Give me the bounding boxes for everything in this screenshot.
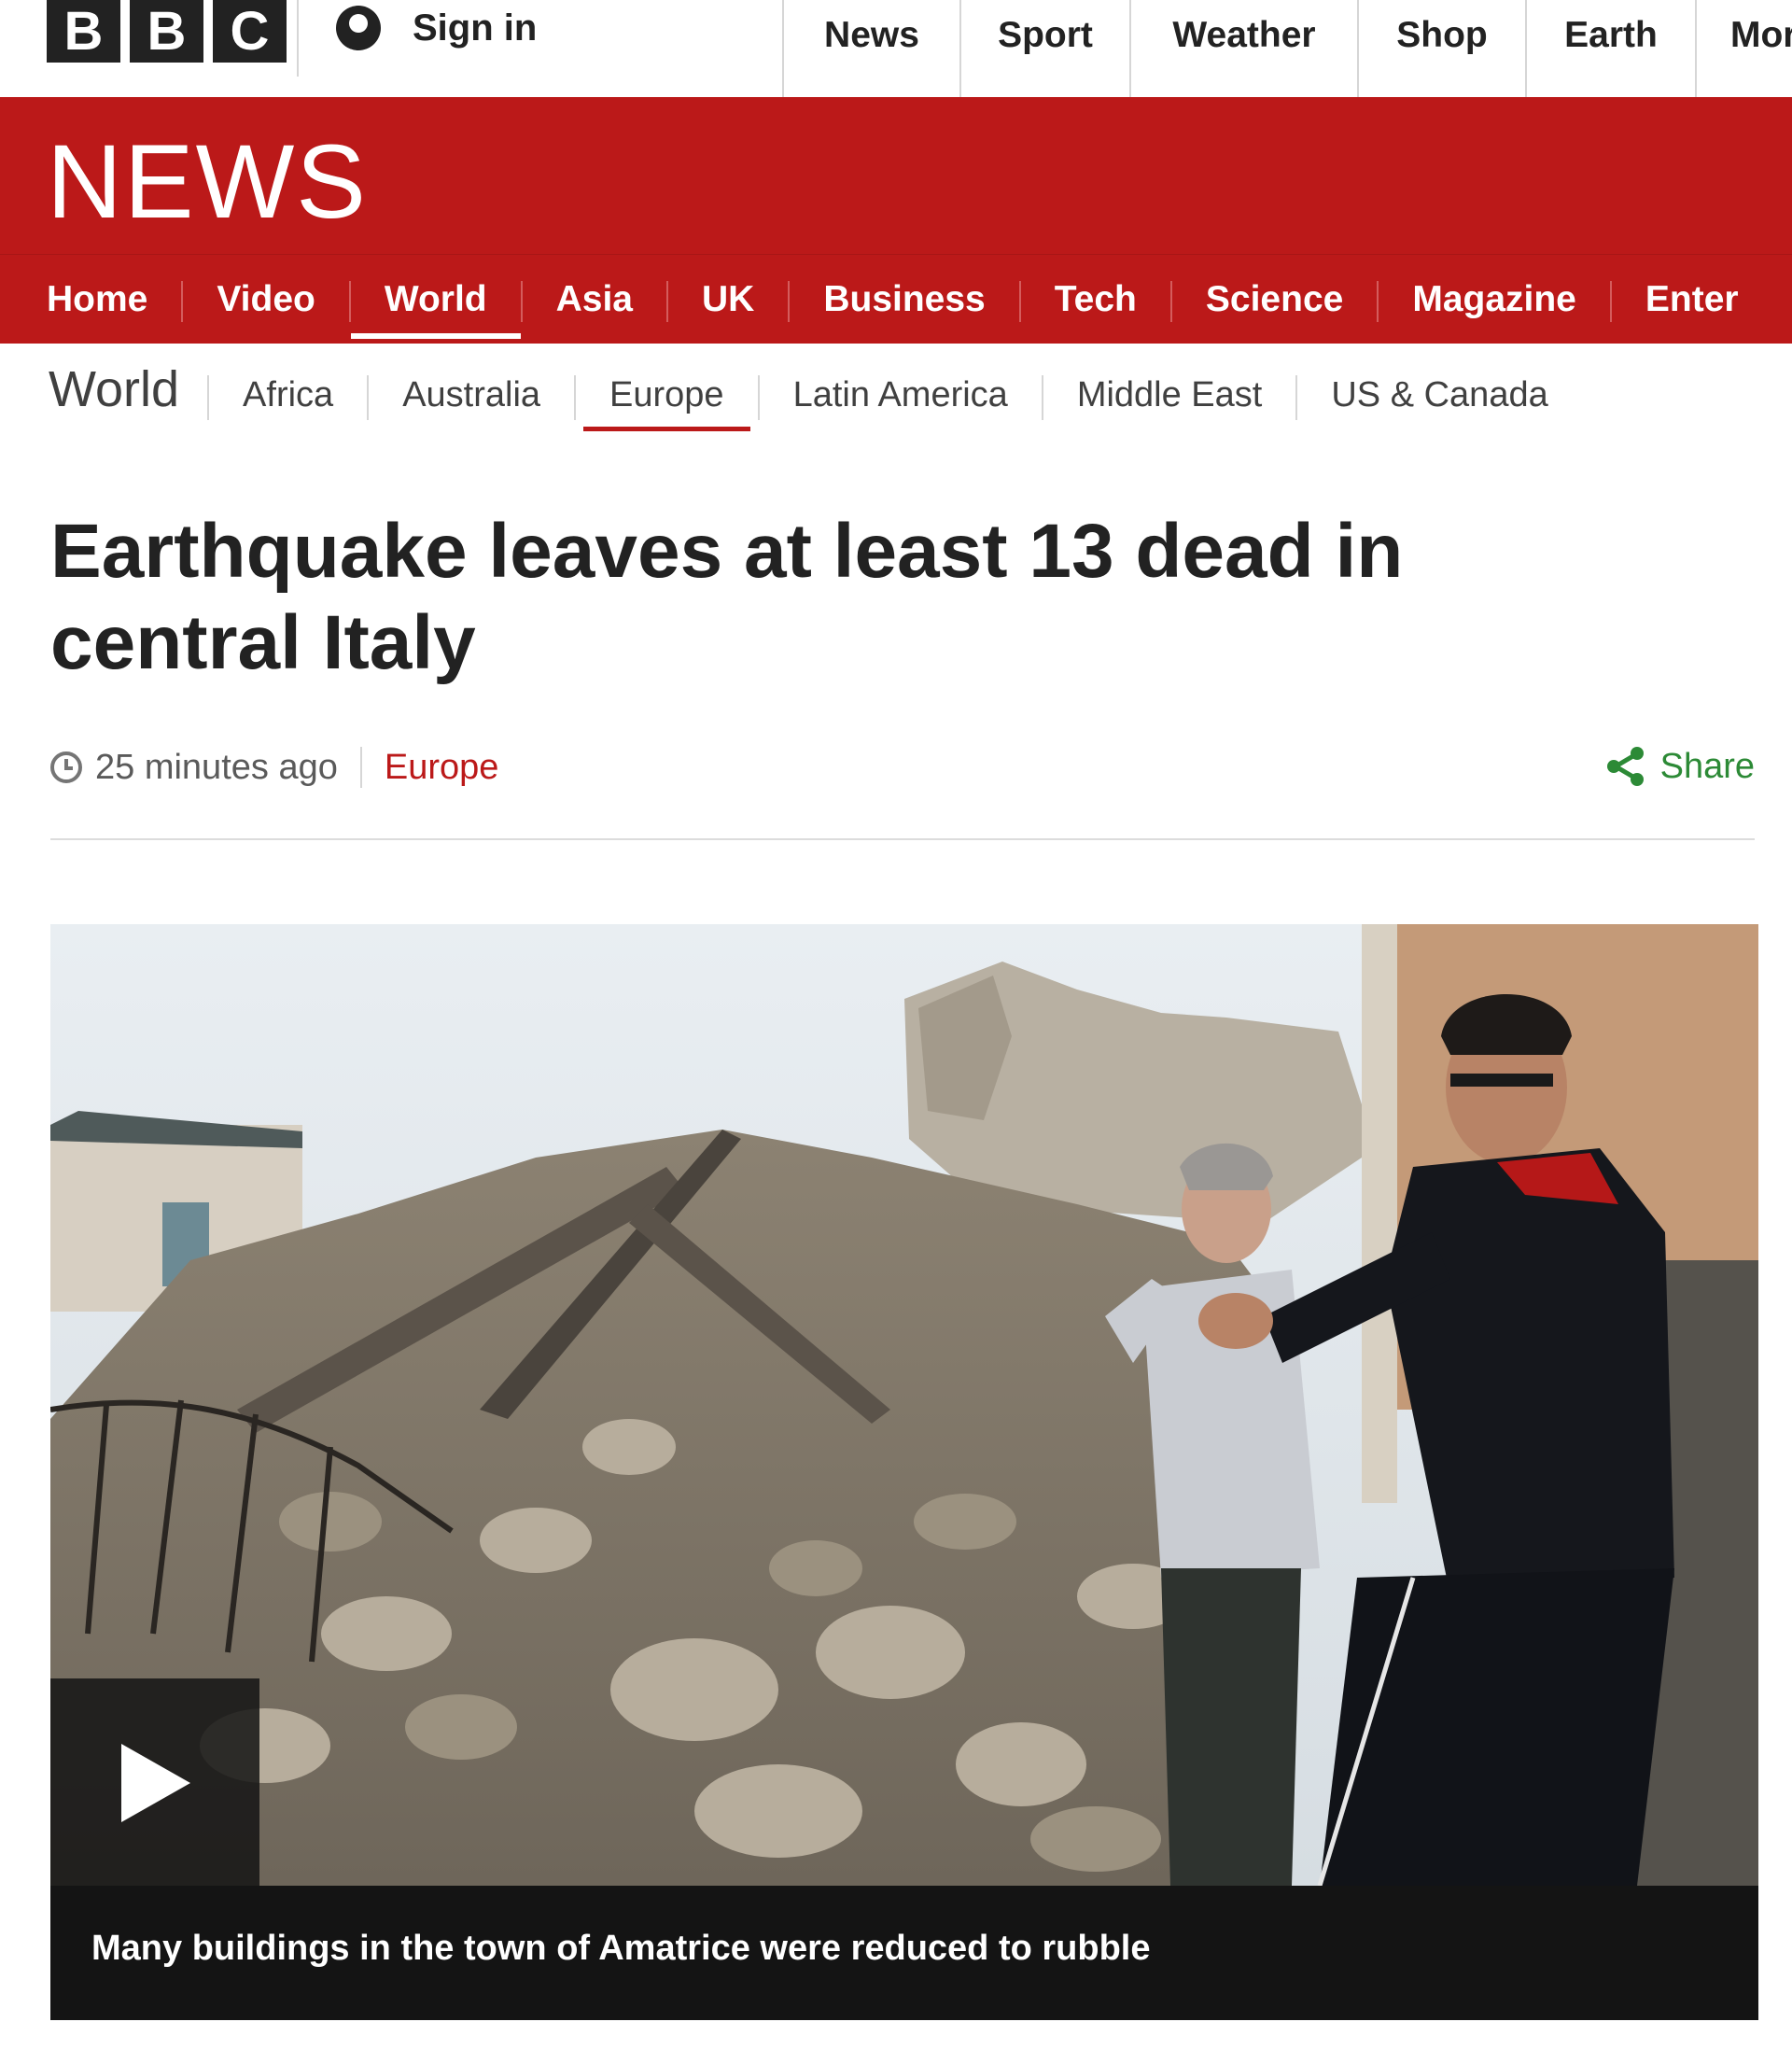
- bbc-logo-letter: C: [213, 0, 287, 63]
- main-nav-entertainment[interactable]: Enter: [1612, 255, 1772, 344]
- news-main-nav: Home Video World Asia UK Business Tech S…: [0, 254, 1792, 344]
- main-nav-video[interactable]: Video: [183, 255, 348, 344]
- bbc-top-bar: B B C Sign in News Sport Weather Shop Ea…: [0, 0, 1792, 98]
- share-label: Share: [1659, 746, 1755, 786]
- top-nav-earth[interactable]: Earth: [1525, 0, 1695, 97]
- bbc-logo[interactable]: B B C: [47, 0, 287, 65]
- play-button[interactable]: [50, 1678, 259, 1886]
- main-nav-business[interactable]: Business: [790, 255, 1018, 344]
- sub-nav-section-title[interactable]: World: [0, 344, 207, 418]
- media-caption: Many buildings in the town of Amatrice w…: [91, 1929, 1151, 1968]
- clock-icon: [50, 751, 82, 783]
- meta-separator: [359, 747, 362, 788]
- sign-in-label: Sign in: [413, 7, 538, 49]
- main-nav-science[interactable]: Science: [1172, 255, 1377, 344]
- article-meta: 25 minutes ago Europe Share: [50, 739, 1755, 795]
- meta-divider: [50, 838, 1755, 840]
- top-nav-shop[interactable]: Shop: [1357, 0, 1525, 97]
- article-timestamp: 25 minutes ago: [95, 747, 338, 787]
- news-banner: NEWS Home Video World Asia UK Business T…: [0, 97, 1792, 344]
- main-nav-home[interactable]: Home: [0, 255, 181, 344]
- article-media[interactable]: [50, 924, 1758, 1886]
- main-nav-uk[interactable]: UK: [668, 255, 788, 344]
- media-caption-bar: Many buildings in the town of Amatrice w…: [50, 1886, 1758, 2020]
- top-nav-news[interactable]: News: [782, 0, 959, 97]
- play-icon: [121, 1744, 190, 1822]
- top-nav-sport[interactable]: Sport: [959, 0, 1129, 97]
- article-headline: Earthquake leaves at least 13 dead in ce…: [50, 509, 1404, 685]
- sub-nav-europe[interactable]: Europe: [576, 344, 758, 433]
- sign-in-link[interactable]: Sign in: [297, 0, 782, 77]
- top-nav-more[interactable]: Mor: [1695, 0, 1792, 97]
- main-nav-tech[interactable]: Tech: [1021, 255, 1170, 344]
- bbc-logo-letter: B: [130, 0, 203, 63]
- news-wordmark[interactable]: NEWS: [47, 121, 368, 242]
- main-nav-magazine[interactable]: Magazine: [1379, 255, 1610, 344]
- sub-nav-australia[interactable]: Australia: [369, 344, 574, 433]
- rubble-scene-image: [50, 924, 1758, 1886]
- world-sub-nav: World Africa Australia Europe Latin Amer…: [0, 344, 1792, 437]
- sub-nav-latin-america[interactable]: Latin America: [760, 344, 1042, 433]
- bbc-top-nav: News Sport Weather Shop Earth Mor: [782, 0, 1792, 97]
- sub-nav-us-canada[interactable]: US & Canada: [1297, 344, 1581, 433]
- user-icon: [336, 6, 381, 50]
- bbc-logo-letter: B: [47, 0, 120, 63]
- main-nav-asia[interactable]: Asia: [523, 255, 666, 344]
- sub-nav-africa[interactable]: Africa: [209, 344, 367, 433]
- article-section-link[interactable]: Europe: [385, 748, 499, 788]
- sub-nav-middle-east[interactable]: Middle East: [1043, 344, 1296, 433]
- share-icon: [1606, 747, 1644, 786]
- top-nav-weather[interactable]: Weather: [1129, 0, 1357, 97]
- share-button[interactable]: Share: [1604, 745, 1755, 788]
- main-nav-world[interactable]: World: [350, 255, 521, 344]
